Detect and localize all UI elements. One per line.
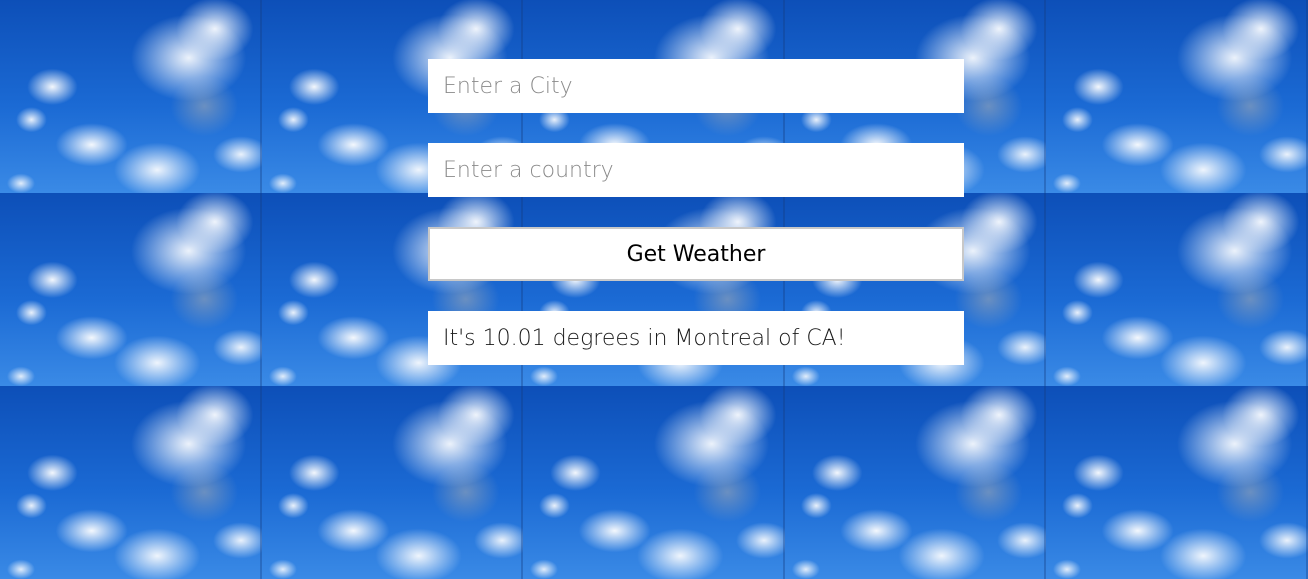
sky-tile (1046, 0, 1308, 193)
weather-form: Get Weather It's 10.01 degrees in Montre… (428, 59, 964, 365)
sky-tile (0, 193, 262, 386)
sky-tile (1046, 193, 1308, 386)
sky-tile (261, 386, 524, 579)
sky-tile (0, 0, 262, 193)
weather-result: It's 10.01 degrees in Montreal of CA! (428, 311, 964, 365)
sky-tile (784, 386, 1047, 579)
city-input[interactable] (428, 59, 964, 113)
get-weather-button[interactable]: Get Weather (428, 227, 964, 281)
sky-tile (523, 386, 785, 579)
country-input[interactable] (428, 143, 964, 197)
sky-tile (0, 386, 262, 579)
sky-tile (1046, 386, 1308, 579)
